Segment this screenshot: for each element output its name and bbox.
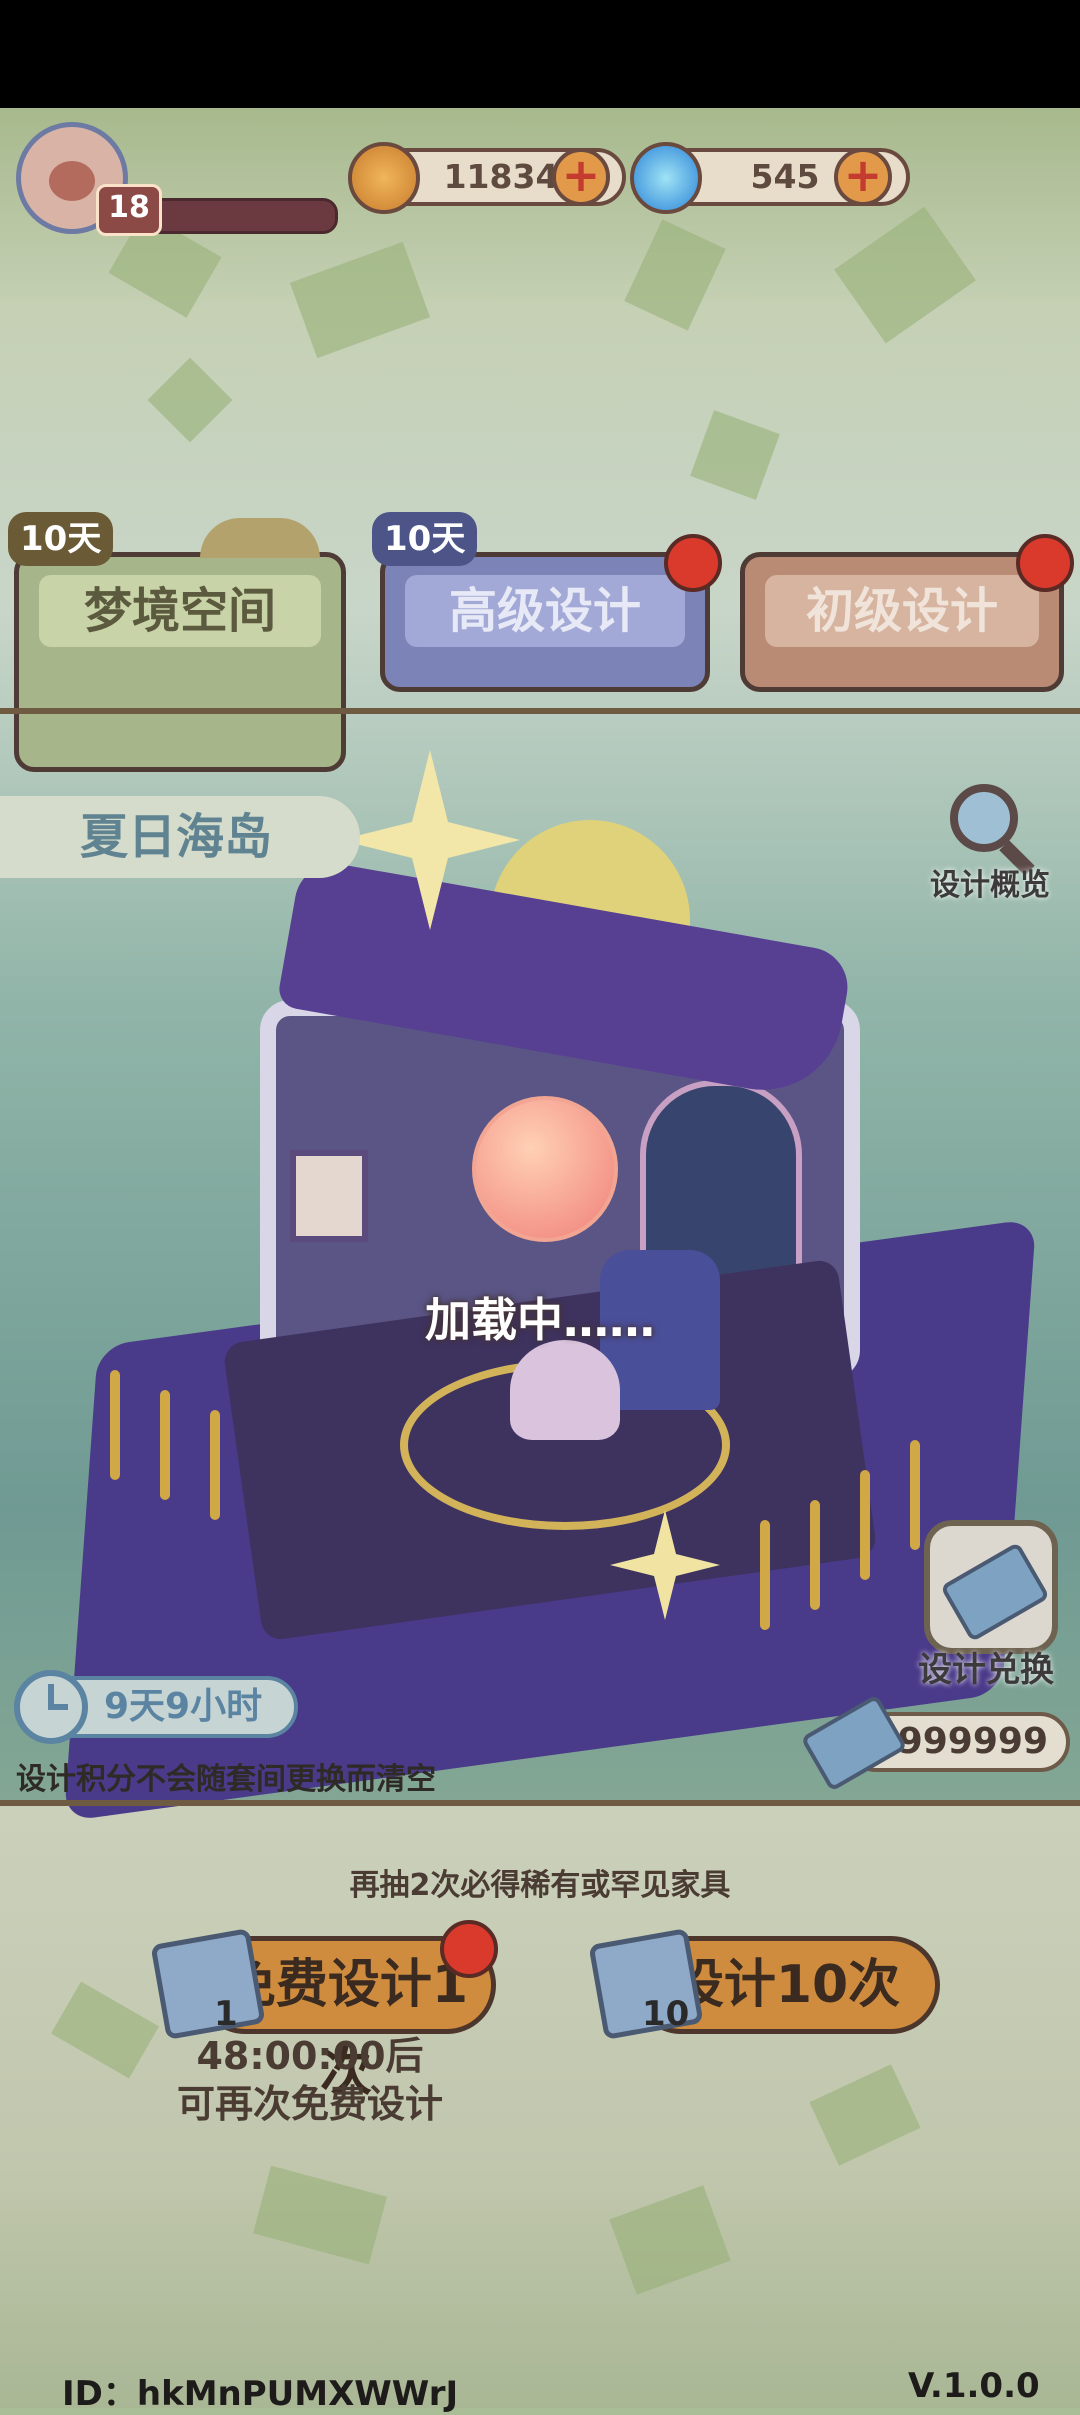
days-badge: 10天 xyxy=(372,512,478,566)
wall-painting xyxy=(290,1150,368,1242)
cooldown-text: 可再次免费设计 xyxy=(176,2082,443,2126)
version-label: V.1.0.0 xyxy=(908,2366,1040,2406)
fence-post xyxy=(160,1390,170,1500)
fence-post xyxy=(760,1520,770,1630)
leaf-ornament xyxy=(200,518,320,558)
divider xyxy=(0,1800,1080,1806)
blue-swirl-icon xyxy=(630,142,702,214)
tab-advanced-design[interactable]: 高级设计 xyxy=(380,552,710,692)
status-bar xyxy=(0,0,1080,108)
add-gem-button[interactable]: + xyxy=(834,148,892,206)
fence-post xyxy=(210,1410,220,1520)
tab-basic-design[interactable]: 初级设计 xyxy=(740,552,1064,692)
snail-icon xyxy=(49,161,95,201)
design-exchange-label[interactable]: 设计兑换 xyxy=(918,1642,1054,1691)
loading-text: 加载中…… xyxy=(425,1293,655,1347)
level-badge: 18 xyxy=(96,184,162,236)
notification-dot xyxy=(1016,534,1074,592)
add-gold-button[interactable]: + xyxy=(552,148,610,206)
cooldown-time: 48:00:00后 xyxy=(196,2034,424,2078)
gold-coin-icon xyxy=(348,142,420,214)
free-draw-cooldown: 48:00:00后 可再次免费设计 xyxy=(140,2032,480,2128)
fence-post xyxy=(810,1500,820,1610)
clock-hand xyxy=(48,1704,68,1710)
tab-label: 梦境空间 xyxy=(39,575,321,647)
fence-post xyxy=(860,1470,870,1580)
notification-dot xyxy=(664,534,722,592)
pity-guarantee-text: 再抽2次必得稀有或罕见家具 xyxy=(349,1868,731,1903)
scroll-count: 1 xyxy=(214,1994,238,2034)
days-badge: 10天 xyxy=(8,512,114,566)
design-overview-label[interactable]: 设计概览 xyxy=(930,860,1050,904)
fence-post xyxy=(110,1370,120,1480)
design-scroll-icon xyxy=(150,1928,266,2040)
round-table xyxy=(510,1340,620,1440)
scroll-count: 10 xyxy=(642,1994,690,2034)
tab-dream-space[interactable]: 梦境空间 xyxy=(14,552,346,772)
set-name-banner: 夏日海岛 xyxy=(0,796,360,878)
divider xyxy=(0,708,1080,714)
points-note: 设计积分不会随套间更换而清空 xyxy=(16,1762,436,1797)
notification-dot xyxy=(440,1920,498,1978)
loading-swirl-icon xyxy=(472,1096,618,1242)
tab-label: 高级设计 xyxy=(405,575,685,647)
fence-post xyxy=(910,1440,920,1550)
tab-label: 初级设计 xyxy=(765,575,1039,647)
